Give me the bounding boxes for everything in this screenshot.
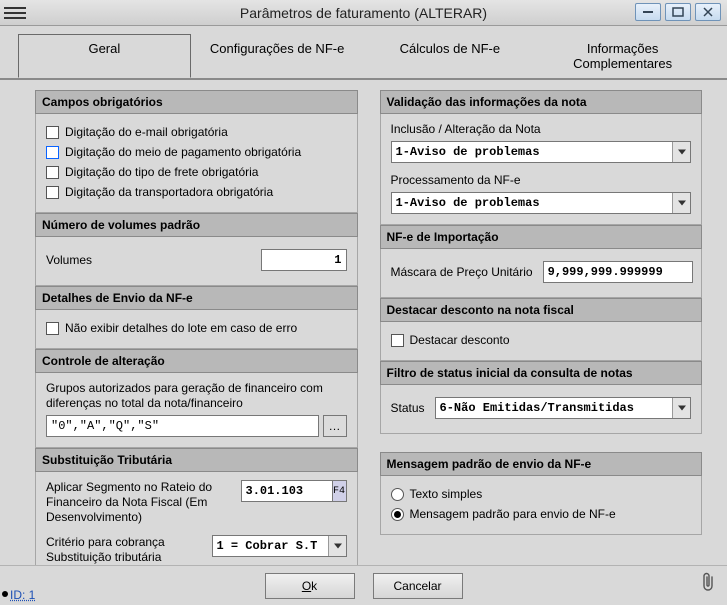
checkbox-meio-pagamento[interactable] (46, 146, 59, 159)
select-criterio-cobranca[interactable]: 1 = Cobrar S.T (212, 535, 347, 557)
header-substituicao-tributaria: Substituição Tributária (35, 448, 358, 472)
content: Campos obrigatórios Digitação do e-mail … (0, 80, 727, 565)
select-inclusao-alteracao[interactable]: 1-Aviso de problemas (391, 141, 692, 163)
checkbox-transportadora[interactable] (46, 186, 59, 199)
header-filtro-status: Filtro de status inicial da consulta de … (380, 361, 703, 385)
label-destacar-desconto: Destacar desconto (410, 333, 510, 347)
label-texto-simples: Texto simples (410, 487, 483, 501)
segment-f4-button[interactable]: F4 (333, 480, 347, 502)
checkbox-email[interactable] (46, 126, 59, 139)
section-campos-obrigatorios: Campos obrigatórios Digitação do e-mail … (35, 90, 358, 213)
tab-geral[interactable]: Geral (18, 34, 191, 78)
checkbox-row-tipo-frete: Digitação do tipo de frete obrigatória (46, 162, 347, 182)
label-mascara-preco: Máscara de Preço Unitário (391, 265, 533, 279)
input-grupos-autorizados[interactable] (46, 415, 319, 437)
ok-text: k (311, 579, 317, 593)
label-volumes: Volumes (46, 253, 92, 267)
label-inclusao-alteracao: Inclusão / Alteração da Nota (391, 122, 692, 137)
label-tipo-frete: Digitação do tipo de frete obrigatória (65, 165, 258, 179)
select-status[interactable]: 6-Não Emitidas/Transmitidas (435, 397, 691, 419)
tab-calculos-nfe[interactable]: Cálculos de NF-e (364, 34, 537, 78)
label-processamento-nfe: Processamento da NF-e (391, 173, 692, 188)
lookup-grupos-button[interactable]: … (323, 415, 347, 437)
header-detalhes-envio: Detalhes de Envio da NF-e (35, 286, 358, 310)
label-status: Status (391, 401, 425, 415)
footer: ID: 1 Ok Cancelar (0, 565, 727, 605)
header-campos-obrigatorios: Campos obrigatórios (35, 90, 358, 114)
section-detalhes-envio: Detalhes de Envio da NF-e Não exibir det… (35, 286, 358, 349)
section-destacar-desconto: Destacar desconto na nota fiscal Destaca… (380, 298, 703, 361)
section-num-volumes: Número de volumes padrão Volumes (35, 213, 358, 286)
cancel-button[interactable]: Cancelar (373, 573, 463, 599)
checkbox-row-email: Digitação do e-mail obrigatória (46, 122, 347, 142)
header-controle-alteracao: Controle de alteração (35, 349, 358, 373)
checkbox-nao-exibir-detalhes[interactable] (46, 322, 59, 335)
right-column: Validação das informações da nota Inclus… (380, 90, 703, 557)
window-title: Parâmetros de faturamento (ALTERAR) (0, 5, 727, 21)
checkbox-tipo-frete[interactable] (46, 166, 59, 179)
label-aplicar-segmento: Aplicar Segmento no Rateio do Financeiro… (46, 480, 231, 525)
label-nao-exibir-detalhes: Não exibir detalhes do lote em caso de e… (65, 321, 297, 335)
window: Parâmetros de faturamento (ALTERAR) Gera… (0, 0, 727, 605)
minimize-button[interactable] (635, 3, 661, 21)
label-meio-pagamento: Digitação do meio de pagamento obrigatór… (65, 145, 301, 159)
section-validacao: Validação das informações da nota Inclus… (380, 90, 703, 225)
maximize-button[interactable] (665, 3, 691, 21)
label-transportadora: Digitação da transportadora obrigatória (65, 185, 273, 199)
status-dot-icon (2, 591, 8, 597)
label-criterio-cobranca: Critério para cobrança Substituição trib… (46, 535, 202, 565)
section-filtro-status: Filtro de status inicial da consulta de … (380, 361, 703, 434)
radio-msg-padrao[interactable] (391, 508, 404, 521)
ok-button[interactable]: Ok (265, 573, 355, 599)
label-grupos-autorizados: Grupos autorizados para geração de finan… (46, 381, 347, 411)
menu-icon[interactable] (4, 4, 26, 22)
header-num-volumes: Número de volumes padrão (35, 213, 358, 237)
header-destacar-desconto: Destacar desconto na nota fiscal (380, 298, 703, 322)
checkbox-row-destacar: Destacar desconto (391, 330, 692, 350)
checkbox-row-meio-pagamento: Digitação do meio de pagamento obrigatór… (46, 142, 347, 162)
tab-config-nfe[interactable]: Configurações de NF-e (191, 34, 364, 78)
tab-bar: Geral Configurações de NF-e Cálculos de … (0, 26, 727, 80)
header-nfe-importacao: NF-e de Importação (380, 225, 703, 249)
tab-info-compl[interactable]: Informações Complementares (536, 34, 709, 78)
id-label[interactable]: ID: 1 (10, 588, 35, 602)
radio-texto-simples[interactable] (391, 488, 404, 501)
select-processamento-nfe[interactable]: 1-Aviso de problemas (391, 192, 692, 214)
input-aplicar-segmento[interactable] (241, 480, 333, 502)
input-mascara-preco[interactable] (543, 261, 693, 283)
checkbox-row-transportadora: Digitação da transportadora obrigatória (46, 182, 347, 202)
header-mensagem-padrao: Mensagem padrão de envio da NF-e (380, 452, 703, 476)
checkbox-row-nao-exibir: Não exibir detalhes do lote em caso de e… (46, 318, 347, 338)
radio-row-msg-padrao: Mensagem padrão para envio de NF-e (391, 504, 692, 524)
titlebar: Parâmetros de faturamento (ALTERAR) (0, 0, 727, 26)
checkbox-destacar-desconto[interactable] (391, 334, 404, 347)
radio-row-texto-simples: Texto simples (391, 484, 692, 504)
label-msg-padrao: Mensagem padrão para envio de NF-e (410, 507, 616, 521)
section-controle-alteracao: Controle de alteração Grupos autorizados… (35, 349, 358, 448)
label-email: Digitação do e-mail obrigatória (65, 125, 228, 139)
paperclip-icon[interactable] (699, 571, 717, 599)
input-volumes[interactable] (261, 249, 347, 271)
header-validacao: Validação das informações da nota (380, 90, 703, 114)
section-mensagem-padrao: Mensagem padrão de envio da NF-e Texto s… (380, 452, 703, 535)
section-substituicao-tributaria: Substituição Tributária Aplicar Segmento… (35, 448, 358, 565)
close-button[interactable] (695, 3, 721, 21)
window-buttons (635, 3, 721, 21)
left-column: Campos obrigatórios Digitação do e-mail … (35, 90, 358, 557)
section-nfe-importacao: NF-e de Importação Máscara de Preço Unit… (380, 225, 703, 298)
